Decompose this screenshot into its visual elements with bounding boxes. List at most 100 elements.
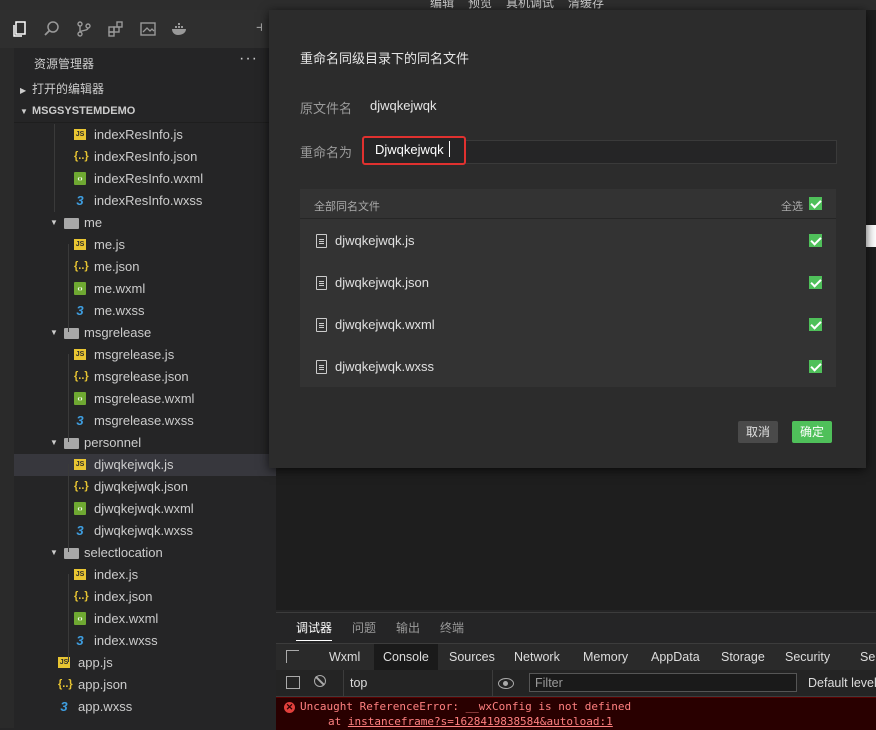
- tab-storage[interactable]: Storage: [721, 644, 765, 670]
- tree-item-label: msgrelease.js: [94, 347, 175, 362]
- file-item[interactable]: ‹› djwqkejwqk.wxml: [14, 498, 276, 520]
- more-actions-icon[interactable]: ···: [239, 50, 258, 68]
- search-icon[interactable]: [41, 18, 63, 40]
- file-item[interactable]: {..} app.json: [14, 674, 276, 696]
- tree-item-label: msgrelease.json: [94, 369, 189, 384]
- tree-item-label: me: [84, 215, 103, 230]
- tab-sources[interactable]: Sources: [449, 644, 495, 670]
- source-control-icon[interactable]: [73, 18, 95, 40]
- layout-toggle-icon[interactable]: ⫞: [256, 18, 263, 35]
- extensions-icon[interactable]: [105, 18, 127, 40]
- file-item[interactable]: JS index.js: [14, 564, 276, 586]
- original-name-label: 原文件名: [300, 101, 353, 116]
- tree-item-label: indexResInfo.json: [94, 149, 198, 164]
- error-text: Uncaught ReferenceError: __wxConfig is n…: [300, 700, 632, 713]
- project-section[interactable]: ▼ MSGSYSTEMDEMO: [14, 100, 276, 123]
- clear-console-icon[interactable]: [314, 675, 326, 687]
- file-checkbox[interactable]: [809, 234, 822, 247]
- confirm-button[interactable]: 确定: [792, 421, 833, 443]
- file-item[interactable]: JS djwqkejwqk.js: [14, 454, 276, 476]
- eye-icon[interactable]: [498, 678, 514, 689]
- wxss-file-icon: 3: [76, 303, 84, 318]
- file-list-item[interactable]: djwqkejwqk.json: [300, 261, 836, 303]
- file-item[interactable]: JS msgrelease.js: [14, 344, 276, 366]
- filter-input[interactable]: Filter: [529, 673, 797, 692]
- folder-item[interactable]: ▼ me: [14, 212, 276, 234]
- file-checkbox[interactable]: [809, 276, 822, 289]
- tab-sensor[interactable]: Sen: [860, 644, 876, 670]
- folder-item[interactable]: ▼ selectlocation: [14, 542, 276, 564]
- file-list-header: 全部同名文件 全选: [300, 189, 836, 219]
- select-all-checkbox[interactable]: [809, 197, 822, 210]
- chevron-down-icon[interactable]: ▼: [50, 212, 58, 234]
- js-file-icon: JS: [74, 569, 86, 580]
- tab-memory[interactable]: Memory: [583, 644, 628, 670]
- title-bar: 编辑 预览 真机调试 清缓存: [0, 0, 876, 10]
- file-item[interactable]: 3 msgrelease.wxss: [14, 410, 276, 432]
- cancel-button[interactable]: 取消: [738, 421, 779, 443]
- file-checkbox[interactable]: [809, 318, 822, 331]
- file-item[interactable]: ‹› index.wxml: [14, 608, 276, 630]
- image-icon[interactable]: [137, 18, 159, 40]
- tab-problems[interactable]: 问题: [352, 613, 376, 641]
- wxml-file-icon: ‹›: [74, 502, 86, 515]
- tab-security[interactable]: Security: [785, 644, 830, 670]
- file-item[interactable]: JS me.js: [14, 234, 276, 256]
- chevron-down-icon[interactable]: ▼: [50, 432, 58, 454]
- file-checkbox[interactable]: [809, 360, 822, 373]
- chevron-down-icon[interactable]: ▼: [50, 322, 58, 344]
- error-source-link[interactable]: instanceframe?s=1628419838584&autoload:1: [348, 715, 613, 728]
- tree-item-label: me.js: [94, 237, 126, 252]
- file-list-item[interactable]: djwqkejwqk.js: [300, 219, 836, 261]
- file-item[interactable]: ‹› msgrelease.wxml: [14, 388, 276, 410]
- file-item[interactable]: 3 me.wxss: [14, 300, 276, 322]
- log-levels-select[interactable]: Default levels: [808, 670, 876, 696]
- file-item[interactable]: {..} msgrelease.json: [14, 366, 276, 388]
- tab-network[interactable]: Network: [514, 644, 560, 670]
- tab-wxml[interactable]: Wxml: [329, 644, 360, 670]
- file-item[interactable]: ‹› me.wxml: [14, 278, 276, 300]
- folder-icon: [64, 328, 79, 339]
- file-item[interactable]: {..} index.json: [14, 586, 276, 608]
- tree-item-label: djwqkejwqk.json: [94, 479, 188, 494]
- file-item[interactable]: JS app.js: [14, 652, 276, 674]
- tree-item-label: indexResInfo.js: [94, 127, 183, 142]
- file-icon: [316, 360, 327, 374]
- open-editors-section[interactable]: ▶ 打开的编辑器: [14, 78, 276, 100]
- rename-input-value[interactable]: Djwqkejwqk: [375, 142, 444, 157]
- context-select[interactable]: top: [343, 670, 493, 696]
- inspect-element-icon[interactable]: [286, 650, 299, 663]
- file-item[interactable]: {..} djwqkejwqk.json: [14, 476, 276, 498]
- file-item[interactable]: 3 app.wxss: [14, 696, 276, 718]
- folder-item[interactable]: ▼ msgrelease: [14, 322, 276, 344]
- tab-terminal[interactable]: 终端: [440, 613, 464, 641]
- wxml-file-icon: ‹›: [74, 392, 86, 405]
- wxml-file-icon: ‹›: [74, 612, 86, 625]
- select-all-label[interactable]: 全选: [781, 198, 803, 214]
- tree-item-label: indexResInfo.wxml: [94, 171, 204, 186]
- file-item[interactable]: {..} me.json: [14, 256, 276, 278]
- file-icon: [316, 234, 327, 248]
- tree-item-label: personnel: [84, 435, 142, 450]
- file-item[interactable]: 3 index.wxss: [14, 630, 276, 652]
- tree-item-label: me.wxml: [94, 281, 146, 296]
- rename-dialog: 重命名同级目录下的同名文件 原文件名 djwqkejwqk 重命名为 Djwqk…: [269, 10, 866, 468]
- folder-item[interactable]: ▼ personnel: [14, 432, 276, 454]
- chevron-down-icon[interactable]: ▼: [50, 542, 58, 564]
- tree-item-label: index.wxml: [94, 611, 159, 626]
- folder-icon: [64, 548, 79, 559]
- tree-item-label: djwqkejwqk.wxss: [94, 523, 193, 538]
- files-icon[interactable]: [9, 18, 31, 40]
- tab-console[interactable]: Console: [374, 644, 438, 670]
- tab-output[interactable]: 输出: [396, 613, 420, 641]
- project-label: MSGSYSTEMDEMO: [32, 105, 136, 117]
- file-list-item[interactable]: djwqkejwqk.wxml: [300, 303, 836, 345]
- docker-icon[interactable]: [169, 18, 191, 40]
- tab-debugger[interactable]: 调试器: [296, 613, 333, 641]
- file-item[interactable]: 3 djwqkejwqk.wxss: [14, 520, 276, 542]
- file-list-item[interactable]: djwqkejwqk.wxss: [300, 345, 836, 387]
- file-list-item-name: djwqkejwqk.wxss: [335, 359, 434, 374]
- tab-appdata[interactable]: AppData: [651, 644, 700, 670]
- sidebar-toggle-icon[interactable]: [286, 676, 300, 689]
- json-file-icon: {..}: [74, 150, 89, 162]
